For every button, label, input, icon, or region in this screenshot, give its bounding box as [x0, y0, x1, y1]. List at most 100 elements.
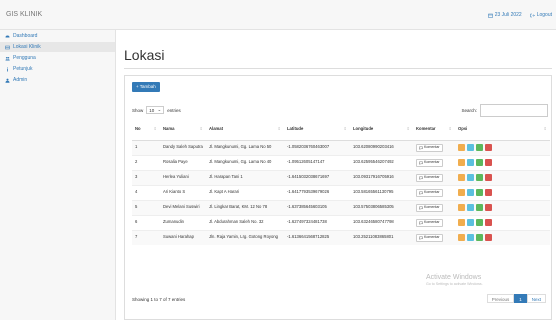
cell-no: 3	[132, 170, 160, 186]
cell-longitude: 103.63246580747798	[350, 215, 413, 231]
comment-icon	[419, 146, 423, 150]
delete-button[interactable]	[485, 204, 492, 211]
comment-button[interactable]: Komentar	[416, 159, 443, 167]
delete-button[interactable]	[485, 144, 492, 151]
delete-button[interactable]	[485, 174, 492, 181]
cell-opsi	[455, 170, 550, 186]
cell-alamat: Jl. Lingkar Barat, KM. 12 No 78	[206, 200, 284, 216]
edit-button[interactable]	[476, 144, 483, 151]
map-button[interactable]	[467, 219, 474, 226]
page-title: Lokasi	[124, 47, 165, 63]
table-row: 6 Zumanudin Jl. Abdurahman Saleh No. 32 -1.…	[132, 215, 550, 231]
cell-latitude: -1.637385645603105	[284, 200, 350, 216]
column-header-latitude[interactable]: Latitude ⇕	[284, 116, 350, 141]
delete-button[interactable]	[485, 219, 492, 226]
view-button[interactable]	[458, 219, 465, 226]
cell-alamat: Jln. Raja Yamin, Lrg. Gotong Royong	[206, 230, 284, 245]
logout-link[interactable]: Logout	[529, 12, 552, 18]
view-button[interactable]	[458, 159, 465, 166]
view-button[interactable]	[458, 174, 465, 181]
cell-nama: Herlea Yuliani	[160, 170, 206, 186]
comment-icon	[419, 206, 423, 210]
delete-button[interactable]	[485, 159, 492, 166]
logout-icon	[529, 13, 535, 17]
map-button[interactable]	[467, 189, 474, 196]
table-header-row: No ⇕ Nama ⇕ Alamat ⇕ Latitude ⇕ Longitude ⇕ K…	[132, 116, 550, 141]
comment-button-label: Komentar	[424, 145, 440, 150]
cell-latitude: -1.09512605147147	[284, 155, 350, 171]
sort-icon: ⇕	[199, 126, 203, 131]
view-button[interactable]	[458, 234, 465, 241]
map-button[interactable]	[467, 159, 474, 166]
edit-button[interactable]	[476, 174, 483, 181]
cell-latitude: -1.0582036760463007	[284, 140, 350, 156]
table-icon	[5, 45, 10, 49]
comment-button[interactable]: Komentar	[416, 189, 443, 197]
cell-nama: Ari Kianto S	[160, 185, 206, 201]
cell-no: 5	[132, 200, 160, 216]
column-header-nama[interactable]: Nama ⇕	[160, 116, 206, 141]
clinic-table: No ⇕ Nama ⇕ Alamat ⇕ Latitude ⇕ Longitude ⇕ K…	[132, 116, 550, 245]
edit-button[interactable]	[476, 159, 483, 166]
map-button[interactable]	[467, 204, 474, 211]
cell-no: 6	[132, 215, 160, 231]
comment-button-label: Komentar	[424, 235, 440, 240]
comment-button[interactable]: Komentar	[416, 234, 443, 242]
comment-button[interactable]: Komentar	[416, 204, 443, 212]
next-button[interactable]: Next	[526, 294, 546, 303]
cell-komentar: Komentar	[413, 170, 455, 186]
page-1-button[interactable]: 1	[514, 294, 527, 303]
sidebar-item-admin[interactable]: Admin	[0, 75, 115, 85]
cell-komentar: Komentar	[413, 155, 455, 171]
sidebar-item-lokasi-klinik[interactable]: Lokasi Klinik	[0, 42, 115, 52]
map-button[interactable]	[467, 144, 474, 151]
comment-button[interactable]: Komentar	[416, 174, 443, 182]
cell-nama: Suwani Harahap	[160, 230, 206, 245]
column-header-opsi[interactable]: Opsi ⇕	[455, 116, 550, 141]
map-button[interactable]	[467, 234, 474, 241]
edit-button[interactable]	[476, 219, 483, 226]
sidebar-item-dashboard[interactable]: Dashboard	[0, 31, 115, 41]
cell-opsi	[455, 155, 550, 171]
view-button[interactable]	[458, 204, 465, 211]
comment-icon	[419, 176, 423, 180]
cell-latitude: -1.6417793539679026	[284, 185, 350, 201]
sidebar-item-pengguna[interactable]: Pengguna	[0, 53, 115, 63]
sidebar-item-label: Lokasi Klinik	[13, 44, 41, 50]
add-button[interactable]: + Tambah	[132, 82, 160, 92]
column-header-longitude[interactable]: Longitude ⇕	[350, 116, 413, 141]
comment-button[interactable]: Komentar	[416, 219, 443, 227]
cell-no: 7	[132, 230, 160, 245]
cell-alamat: Jl. Mangkunumi, Gg. Lama No 40	[206, 155, 284, 171]
sort-icon: ⇕	[277, 126, 281, 131]
delete-button[interactable]	[485, 234, 492, 241]
view-button[interactable]	[458, 189, 465, 196]
comment-button-label: Komentar	[424, 175, 440, 180]
comment-button[interactable]: Komentar	[416, 144, 443, 152]
table-body: 1 Dandy Saleh Saputra Jl. Mangkunumi, Gg. …	[132, 140, 550, 245]
previous-button[interactable]: Previous	[486, 294, 515, 303]
cell-longitude: 103.62080990203416	[350, 140, 413, 156]
table-row: 1 Dandy Saleh Saputra Jl. Mangkunumi, Gg. …	[132, 140, 550, 156]
cell-latitude: -1.6415032038671697	[284, 170, 350, 186]
user-icon	[5, 78, 10, 83]
dashboard-icon	[5, 35, 10, 37]
column-header-komentar[interactable]: Komentar ⇕	[413, 116, 455, 141]
sidebar-item-label: Pengguna	[13, 55, 36, 61]
cell-latitude: -1.6136641568712825	[284, 230, 350, 245]
comment-button-label: Komentar	[424, 190, 440, 195]
edit-button[interactable]	[476, 189, 483, 196]
column-header-no[interactable]: No ⇕	[132, 116, 160, 141]
edit-button[interactable]	[476, 204, 483, 211]
entries-select[interactable]: 10 ⌄	[146, 106, 165, 114]
comment-icon	[419, 161, 423, 165]
sidebar-item-petunjuk[interactable]: Petunjuk	[0, 64, 115, 74]
delete-button[interactable]	[485, 189, 492, 196]
edit-button[interactable]	[476, 234, 483, 241]
column-header-alamat[interactable]: Alamat ⇕	[206, 116, 284, 141]
watermark-subtitle: Go to Settings to activate Windows.	[426, 282, 483, 286]
brand-logo[interactable]: GIS KLINIK	[6, 11, 42, 18]
cell-nama: Zumanudin	[160, 215, 206, 231]
map-button[interactable]	[467, 174, 474, 181]
view-button[interactable]	[458, 144, 465, 151]
